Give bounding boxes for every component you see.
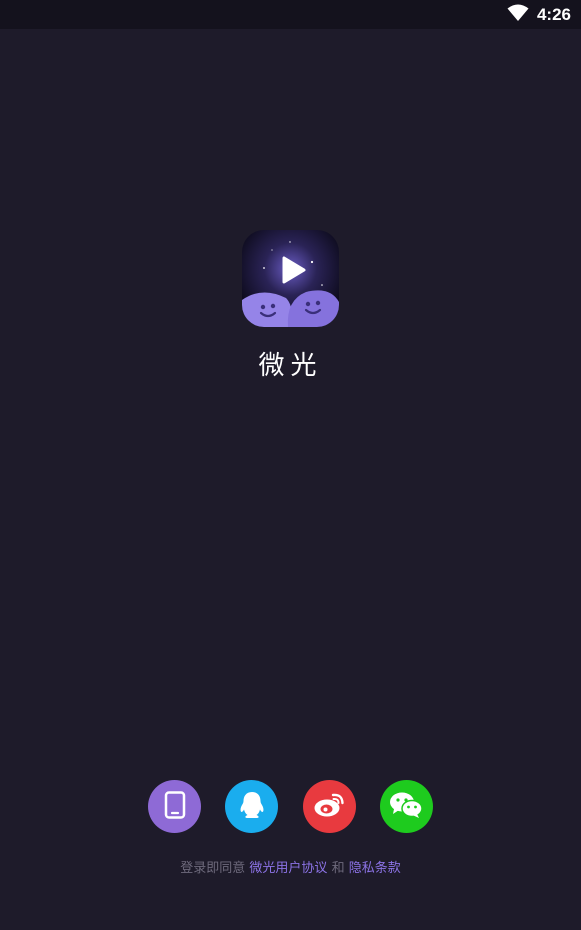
wifi-icon — [507, 4, 529, 26]
user-agreement-link[interactable]: 微光用户协议 — [249, 861, 327, 876]
phone-login-button[interactable] — [148, 780, 201, 833]
phone-icon — [164, 790, 186, 823]
privacy-policy-link[interactable]: 隐私条款 — [349, 861, 401, 876]
qq-icon — [238, 790, 266, 824]
wechat-login-button[interactable] — [379, 780, 433, 833]
status-bar: 4:26 — [0, 0, 581, 29]
status-right: 4:26 — [507, 4, 571, 26]
app-logo-icon — [242, 230, 339, 327]
login-methods — [148, 780, 433, 834]
agreement-prefix: 登录即同意 — [180, 861, 250, 876]
login-screen: 4:26 微光 登录即同意 微光用户协议 和 隐私条款 — [0, 0, 581, 930]
status-time: 4:26 — [536, 5, 571, 24]
weibo-icon — [313, 792, 345, 822]
agreement-and: 和 — [327, 861, 349, 876]
agreement-text: 登录即同意 微光用户协议 和 隐私条款 — [0, 857, 581, 876]
wechat-icon — [389, 791, 424, 823]
app-name: 微光 — [258, 351, 323, 381]
qq-login-button[interactable] — [225, 780, 279, 833]
weibo-login-button[interactable] — [302, 780, 356, 833]
